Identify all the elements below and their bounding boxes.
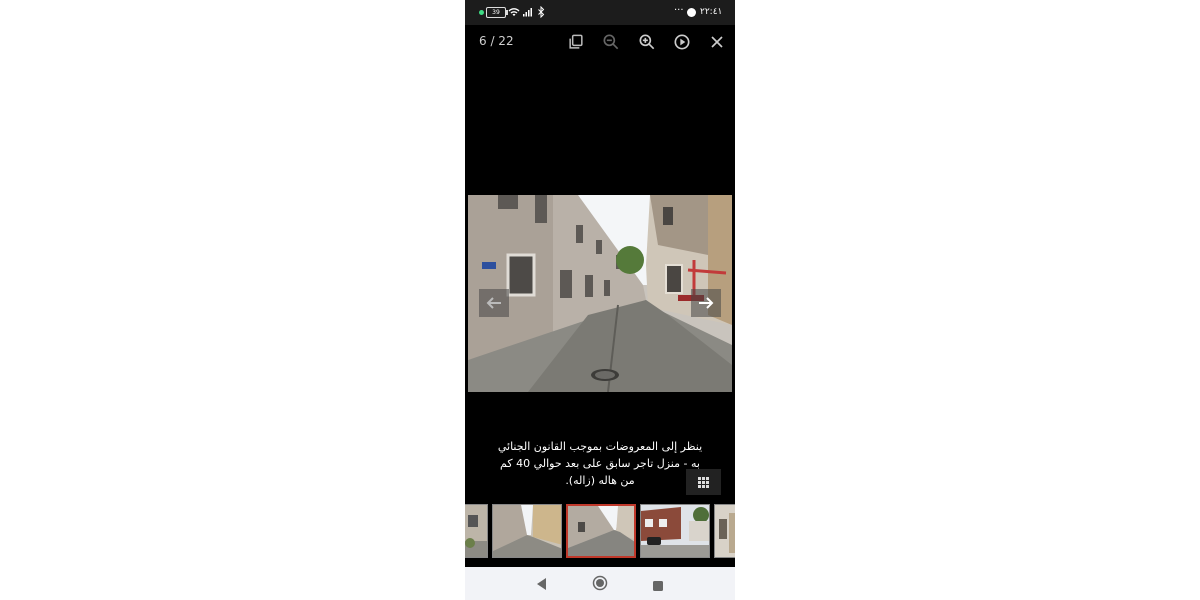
facebook-icon bbox=[687, 8, 696, 17]
thumbnail-3[interactable] bbox=[566, 504, 636, 558]
home-icon[interactable] bbox=[592, 575, 608, 595]
recents-icon[interactable] bbox=[652, 577, 664, 596]
thumbnail-2[interactable] bbox=[492, 504, 562, 558]
back-icon[interactable] bbox=[535, 576, 547, 595]
slideshow-icon[interactable] bbox=[672, 32, 692, 52]
thumbnail-strip bbox=[465, 502, 735, 562]
system-nav-bar bbox=[465, 567, 735, 600]
wifi-icon bbox=[508, 6, 520, 18]
battery-icon: 39 bbox=[486, 7, 508, 18]
signal-icon bbox=[522, 6, 534, 18]
image-caption: ينظر إلى المعروضات بموجب القانون الجنائي… bbox=[497, 440, 703, 487]
image-viewer-screen: 39 ··· ٢٢:٤١ 6 / 22 ينظر إلى المعروضات ب… bbox=[465, 0, 735, 600]
status-bar: 39 ··· ٢٢:٤١ bbox=[465, 0, 735, 25]
copy-icon[interactable] bbox=[566, 32, 586, 52]
close-icon[interactable] bbox=[707, 32, 727, 52]
zoom-out-icon[interactable] bbox=[601, 32, 621, 52]
zoom-in-icon[interactable] bbox=[637, 32, 657, 52]
grid-icon bbox=[698, 477, 709, 488]
more-icon: ··· bbox=[674, 5, 684, 16]
next-image-button[interactable] bbox=[691, 289, 721, 317]
battery-level: 39 bbox=[492, 9, 500, 16]
thumbnail-4[interactable] bbox=[640, 504, 710, 558]
bluetooth-icon bbox=[535, 5, 547, 19]
status-time: ٢٢:٤١ bbox=[700, 7, 723, 17]
previous-image-button[interactable] bbox=[479, 289, 509, 317]
thumbnail-5[interactable] bbox=[714, 504, 735, 558]
thumbnail-1[interactable] bbox=[465, 504, 488, 558]
image-counter: 6 / 22 bbox=[479, 34, 514, 48]
charging-dot-icon bbox=[479, 10, 484, 15]
grid-view-button[interactable] bbox=[686, 469, 721, 495]
